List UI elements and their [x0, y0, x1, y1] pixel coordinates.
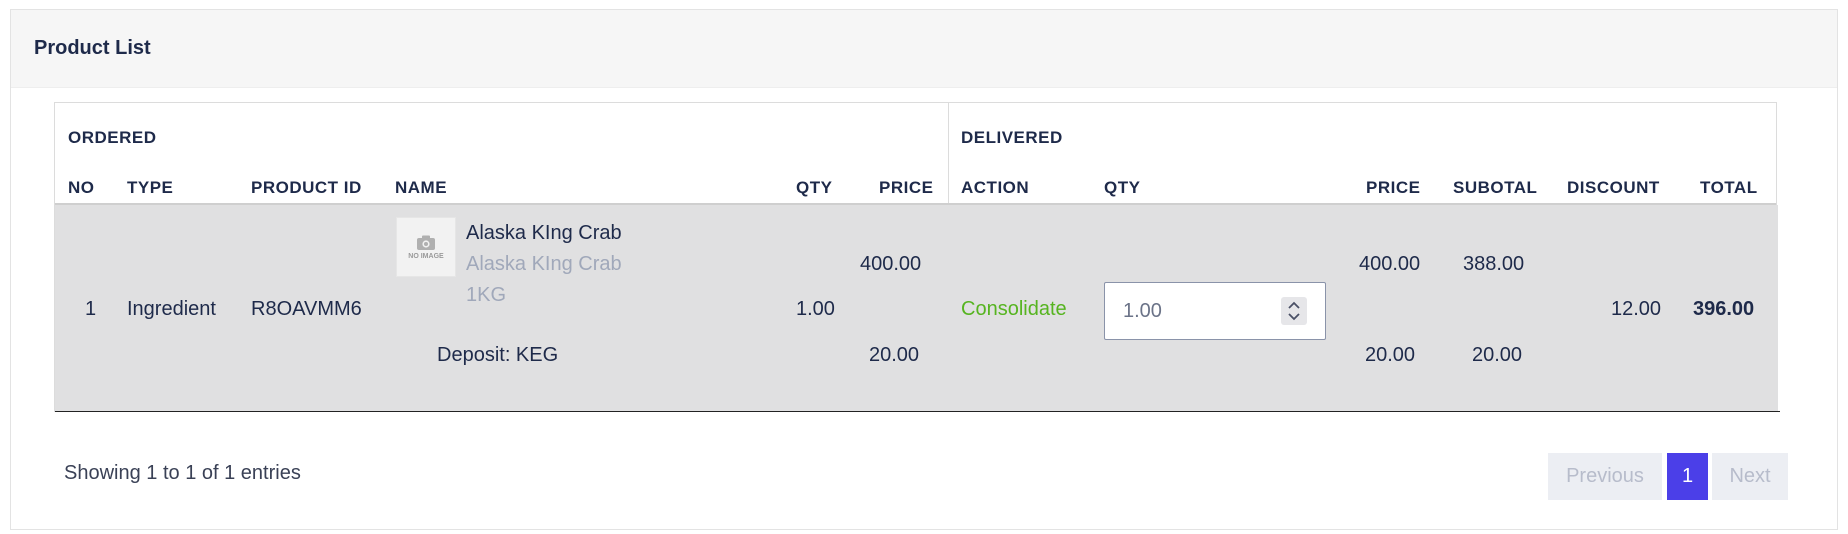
product-name-sub: Alaska KIng Crab: [466, 253, 622, 275]
product-deposit: Deposit: KEG: [437, 344, 559, 366]
delivered-qty-field[interactable]: [1104, 282, 1326, 340]
row-deposit-price: 20.00: [869, 344, 920, 366]
row-no: 1: [85, 298, 97, 320]
row-product-id: R8OAVMM6: [251, 298, 362, 320]
section-divider: [948, 103, 949, 203]
col-header-delivered-qty[interactable]: QTY: [1104, 178, 1140, 198]
row-subtotal: 388.00: [1463, 253, 1525, 275]
card-header: Product List: [11, 10, 1837, 88]
col-header-price[interactable]: PRICE: [879, 178, 933, 198]
camera-icon: [417, 235, 435, 250]
row-discount: 12.00: [1611, 298, 1662, 320]
product-thumbnail: NO IMAGE: [396, 217, 456, 277]
row-delivered-deposit-price: 20.00: [1365, 344, 1416, 366]
group-ordered-label: ORDERED: [68, 128, 157, 147]
product-unit: 1KG: [466, 284, 507, 306]
row-total: 396.00: [1693, 298, 1755, 320]
col-header-product-id[interactable]: PRODUCT ID: [251, 178, 362, 198]
product-table: ORDERED DELIVERED NO TYPE PRODUCT ID NAM…: [54, 102, 1780, 412]
col-header-action[interactable]: ACTION: [961, 178, 1029, 198]
table-row: 1 Ingredient R8OAVMM6 NO IMAGE Alaska KI…: [55, 205, 1778, 411]
delivered-qty-input[interactable]: [1123, 283, 1283, 339]
row-qty: 1.00: [796, 298, 835, 320]
col-header-subtotal[interactable]: SUBOTAL: [1453, 178, 1537, 198]
no-image-label: NO IMAGE: [408, 252, 444, 260]
row-price: 400.00: [860, 253, 922, 275]
col-header-total[interactable]: TOTAL: [1700, 178, 1758, 198]
card-title: Product List: [34, 37, 151, 59]
group-delivered-label: DELIVERED: [961, 128, 1063, 147]
col-header-delivered-price[interactable]: PRICE: [1366, 178, 1420, 198]
product-name: Alaska KIng Crab: [466, 222, 622, 244]
col-header-no[interactable]: NO: [68, 178, 95, 198]
product-list-card: Product List ORDERED DELIVERED NO TYPE P…: [10, 9, 1838, 530]
pagination-next[interactable]: Next: [1712, 453, 1788, 500]
stepper-arrows-icon[interactable]: [1281, 297, 1307, 325]
row-bottom-border: [55, 411, 1780, 412]
col-header-type[interactable]: TYPE: [127, 178, 173, 198]
row-delivered-price: 400.00: [1359, 253, 1421, 275]
col-header-discount[interactable]: DISCOUNT: [1567, 178, 1660, 198]
table-info: Showing 1 to 1 of 1 entries: [64, 462, 301, 484]
row-type: Ingredient: [127, 298, 216, 320]
row-deposit-subtotal: 20.00: [1472, 344, 1523, 366]
qty-stepper[interactable]: [1281, 297, 1307, 325]
row-action[interactable]: Consolidate: [961, 298, 1067, 321]
col-header-qty[interactable]: QTY: [796, 178, 832, 198]
col-header-name[interactable]: NAME: [395, 178, 447, 198]
pagination-page-1[interactable]: 1: [1667, 453, 1708, 500]
pagination-previous[interactable]: Previous: [1548, 453, 1662, 500]
